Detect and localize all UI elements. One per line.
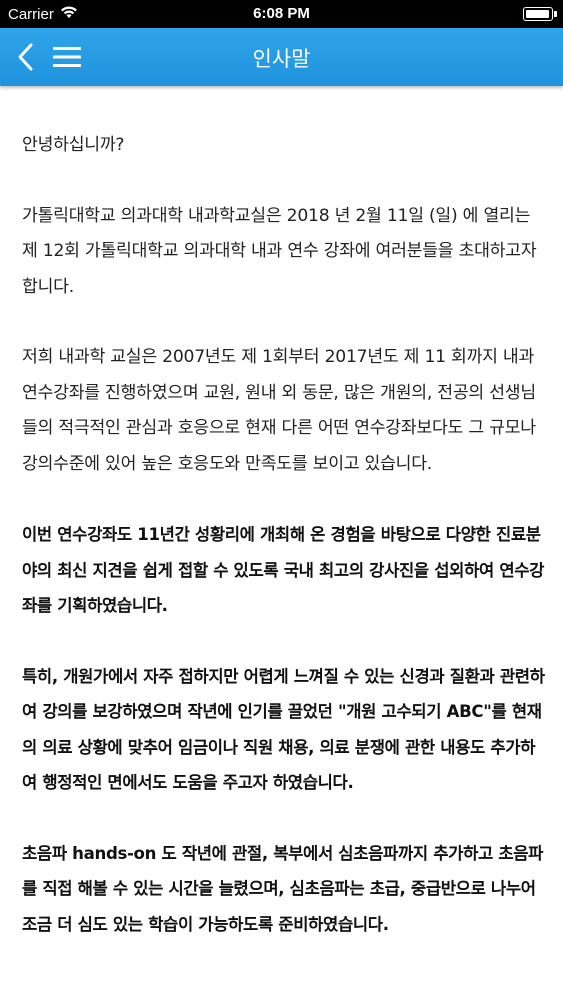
- battery-icon: [523, 7, 557, 21]
- paragraph-invitation: 가톨릭대학교 의과대학 내과학교실은 2018 년 2월 11일 (일) 에 열…: [22, 205, 537, 297]
- paragraph-history: 저희 내과학 교실은 2007년도 제 1회부터 2017년도 제 11 회까지…: [22, 347, 536, 474]
- battery-fill: [526, 10, 549, 18]
- greeting-content: 안녕하십니까? 가톨릭대학교 의과대학 내과학교실은 2018 년 2월 11일…: [22, 128, 548, 977]
- paragraph-special-lectures: 특히, 개원가에서 자주 접하지만 어렵게 느껴질 수 있는 신경과 질환과 관…: [22, 666, 545, 793]
- paragraph-ultrasound: 초음파 hands-on 도 작년에 관절, 복부에서 심초음파까지 추가하고 …: [22, 843, 544, 934]
- paragraph-planning: 이번 연수강좌도 11년간 성황리에 개최해 온 경험을 바탕으로 다양한 진료…: [22, 525, 545, 615]
- status-time: 6:08 PM: [253, 5, 310, 22]
- page-title: 인사말: [252, 47, 311, 71]
- status-bar: Carrier 6:08 PM: [0, 0, 563, 28]
- greeting-text: 안녕하십니까?: [22, 135, 125, 155]
- navigation-bar: 인사말: [0, 28, 563, 86]
